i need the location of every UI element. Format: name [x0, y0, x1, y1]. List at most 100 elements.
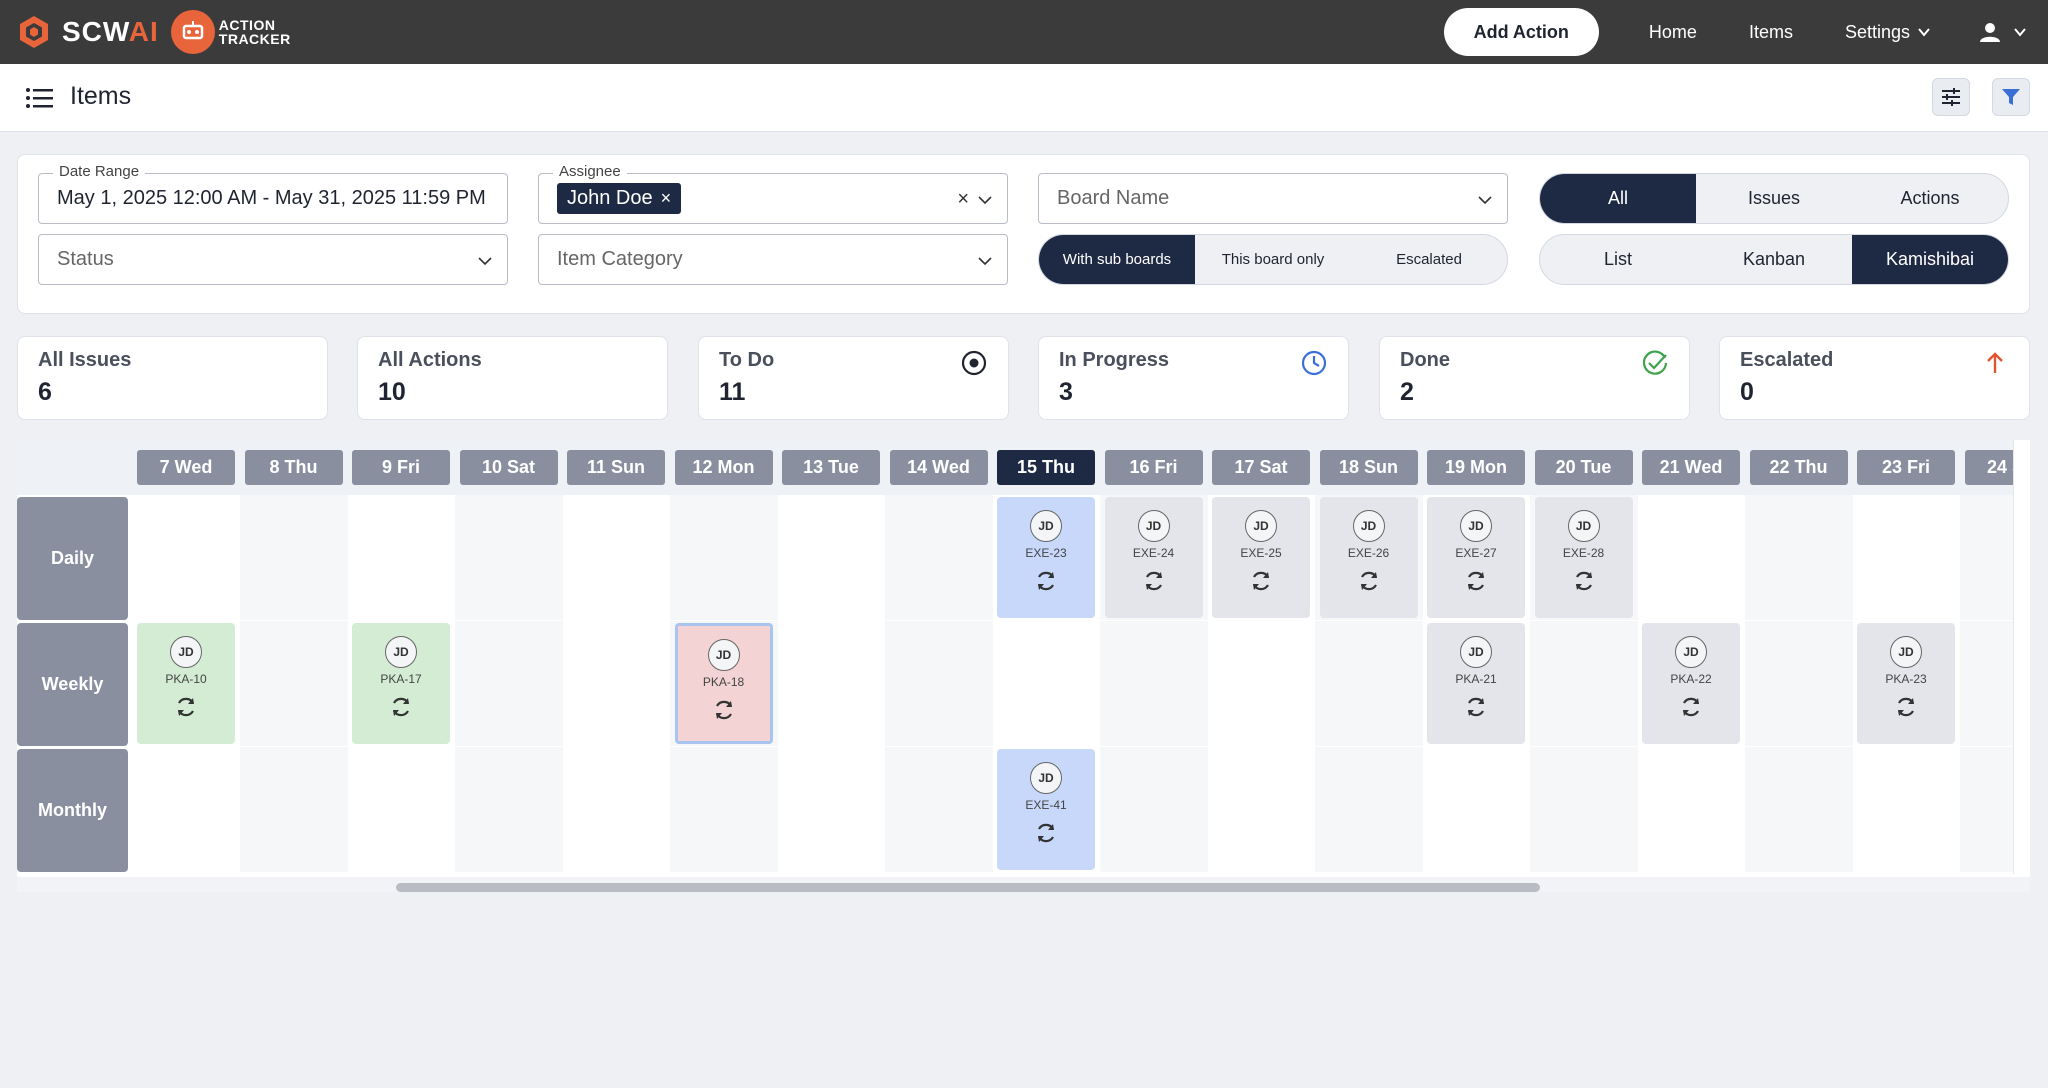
- day-header[interactable]: 17 Sat: [1212, 450, 1310, 485]
- avatar: JD: [1245, 510, 1277, 542]
- kamishibai-card[interactable]: JD PKA-23: [1857, 623, 1955, 744]
- board-cell: [1744, 747, 1853, 872]
- scope-escalated[interactable]: Escalated: [1351, 235, 1507, 284]
- date-range-value: May 1, 2025 12:00 AM - May 31, 2025 11:5…: [57, 187, 486, 209]
- kamishibai-card[interactable]: JD EXE-24: [1104, 497, 1203, 618]
- card-id: EXE-24: [1132, 546, 1175, 560]
- nav-home[interactable]: Home: [1649, 22, 1697, 43]
- board-cell: [777, 495, 885, 620]
- stat-label: Escalated: [1740, 349, 1834, 371]
- sync-icon: [1360, 571, 1377, 591]
- day-header[interactable]: 15 Thu: [997, 450, 1095, 485]
- day-header[interactable]: 10 Sat: [459, 450, 558, 485]
- kamishibai-card[interactable]: JD EXE-26: [1319, 497, 1418, 618]
- kamishibai-card[interactable]: JD PKA-21: [1427, 623, 1525, 744]
- card-id: EXE-25: [1240, 546, 1282, 560]
- scope-with-sub-boards[interactable]: With sub boards: [1039, 235, 1195, 284]
- board-cell: [1852, 495, 1960, 620]
- avatar: JD: [170, 636, 202, 668]
- stat-all-actions[interactable]: All Actions 10: [357, 336, 668, 420]
- day-header[interactable]: 23 Fri: [1857, 450, 1955, 485]
- day-header[interactable]: 12 Mon: [674, 450, 773, 485]
- stat-escalated[interactable]: Escalated 0: [1719, 336, 2030, 420]
- type-actions[interactable]: Actions: [1852, 174, 2008, 223]
- day-header[interactable]: 24 Sat: [1964, 450, 2013, 485]
- nav-items[interactable]: Items: [1749, 22, 1793, 43]
- remove-chip-icon[interactable]: ×: [661, 188, 672, 209]
- menu-list-icon[interactable]: [24, 82, 56, 114]
- avatar: JD: [385, 636, 417, 668]
- day-header[interactable]: 8 Thu: [244, 450, 343, 485]
- kamishibai-card[interactable]: JD PKA-17: [352, 623, 450, 744]
- day-header[interactable]: 18 Sun: [1319, 450, 1418, 485]
- stat-to-do[interactable]: To Do 11: [698, 336, 1009, 420]
- page-title: Items: [70, 82, 132, 110]
- filter-icon: [2002, 89, 2020, 105]
- date-range-field[interactable]: Date Range May 1, 2025 12:00 AM - May 31…: [38, 163, 508, 224]
- day-header[interactable]: 13 Tue: [782, 450, 880, 485]
- day-header[interactable]: 11 Sun: [567, 450, 665, 485]
- kamishibai-card[interactable]: JD EXE-25: [1212, 497, 1310, 618]
- view-kanban[interactable]: Kanban: [1696, 235, 1852, 284]
- avatar: JD: [1137, 510, 1170, 542]
- kamishibai-card[interactable]: JD EXE-27: [1427, 497, 1525, 618]
- card-id: PKA-22: [1670, 672, 1712, 686]
- day-header[interactable]: 19 Mon: [1427, 450, 1525, 485]
- card-id: EXE-41: [1025, 798, 1067, 812]
- board-name-select[interactable]: Board Name: [1038, 173, 1508, 224]
- day-header[interactable]: 14 Wed: [889, 450, 988, 485]
- status-select[interactable]: Status: [38, 234, 508, 285]
- day-header[interactable]: 20 Tue: [1534, 450, 1633, 485]
- kamishibai-card[interactable]: JD PKA-18: [674, 623, 773, 744]
- type-all[interactable]: All: [1540, 174, 1696, 223]
- day-header[interactable]: 22 Thu: [1749, 450, 1848, 485]
- assignee-field[interactable]: Assignee John Doe × ×: [538, 163, 1008, 224]
- avatar: JD: [1460, 510, 1492, 542]
- avatar: JD: [1030, 510, 1062, 542]
- user-menu[interactable]: [1978, 20, 2028, 44]
- view-list[interactable]: List: [1540, 235, 1696, 284]
- add-action-button[interactable]: Add Action: [1443, 8, 1599, 56]
- target-icon: [961, 350, 987, 376]
- assignee-label: Assignee: [553, 163, 627, 180]
- kamishibai-card[interactable]: JD EXE-28: [1534, 497, 1633, 618]
- scope-toggle: With sub boards This board only Escalate…: [1038, 234, 1508, 285]
- nav-settings[interactable]: Settings: [1845, 22, 1932, 43]
- board-cell: [1637, 747, 1745, 872]
- column-settings-button[interactable]: [1932, 78, 1970, 116]
- sync-icon: [1468, 571, 1484, 591]
- sync-icon: [1145, 571, 1162, 591]
- board-cell: [1314, 747, 1423, 872]
- stat-in-progress[interactable]: In Progress 3: [1038, 336, 1349, 420]
- stat-value: 10: [378, 378, 406, 406]
- stat-done[interactable]: Done 2: [1379, 336, 1690, 420]
- board-cell: [239, 495, 348, 620]
- chevron-down-icon[interactable]: [977, 192, 993, 208]
- kamishibai-card[interactable]: JD EXE-23: [997, 497, 1095, 618]
- day-header[interactable]: 9 Fri: [352, 450, 450, 485]
- day-header[interactable]: 7 Wed: [137, 450, 235, 485]
- kamishibai-card[interactable]: JD EXE-41: [997, 749, 1095, 870]
- clear-icon[interactable]: ×: [957, 188, 969, 211]
- board-cell: [669, 495, 778, 620]
- type-issues[interactable]: Issues: [1696, 174, 1852, 223]
- stat-label: All Issues: [38, 349, 132, 371]
- view-kamishibai[interactable]: Kamishibai: [1852, 235, 2008, 284]
- day-header[interactable]: 21 Wed: [1642, 450, 1740, 485]
- scrollbar-thumb[interactable]: [396, 883, 1540, 892]
- arrow-up-icon: [1987, 352, 2003, 373]
- scope-this-board-only[interactable]: This board only: [1195, 235, 1351, 284]
- filter-button[interactable]: [1992, 78, 2030, 116]
- board-cell: [454, 495, 563, 620]
- day-header[interactable]: 16 Fri: [1104, 450, 1203, 485]
- view-toggle: List Kanban Kamishibai: [1539, 234, 2009, 285]
- stat-all-issues[interactable]: All Issues 6: [17, 336, 328, 420]
- brand-logo[interactable]: SCWAI ACTION TRACKER: [16, 10, 291, 54]
- kamishibai-card[interactable]: JD PKA-10: [137, 623, 235, 744]
- chevron-down-icon: [978, 257, 992, 266]
- item-category-select[interactable]: Item Category: [538, 234, 1008, 285]
- stat-label: Done: [1400, 349, 1450, 371]
- chevron-down-icon: [1478, 196, 1492, 205]
- kamishibai-card[interactable]: JD PKA-22: [1642, 623, 1740, 744]
- stat-label: In Progress: [1059, 349, 1170, 371]
